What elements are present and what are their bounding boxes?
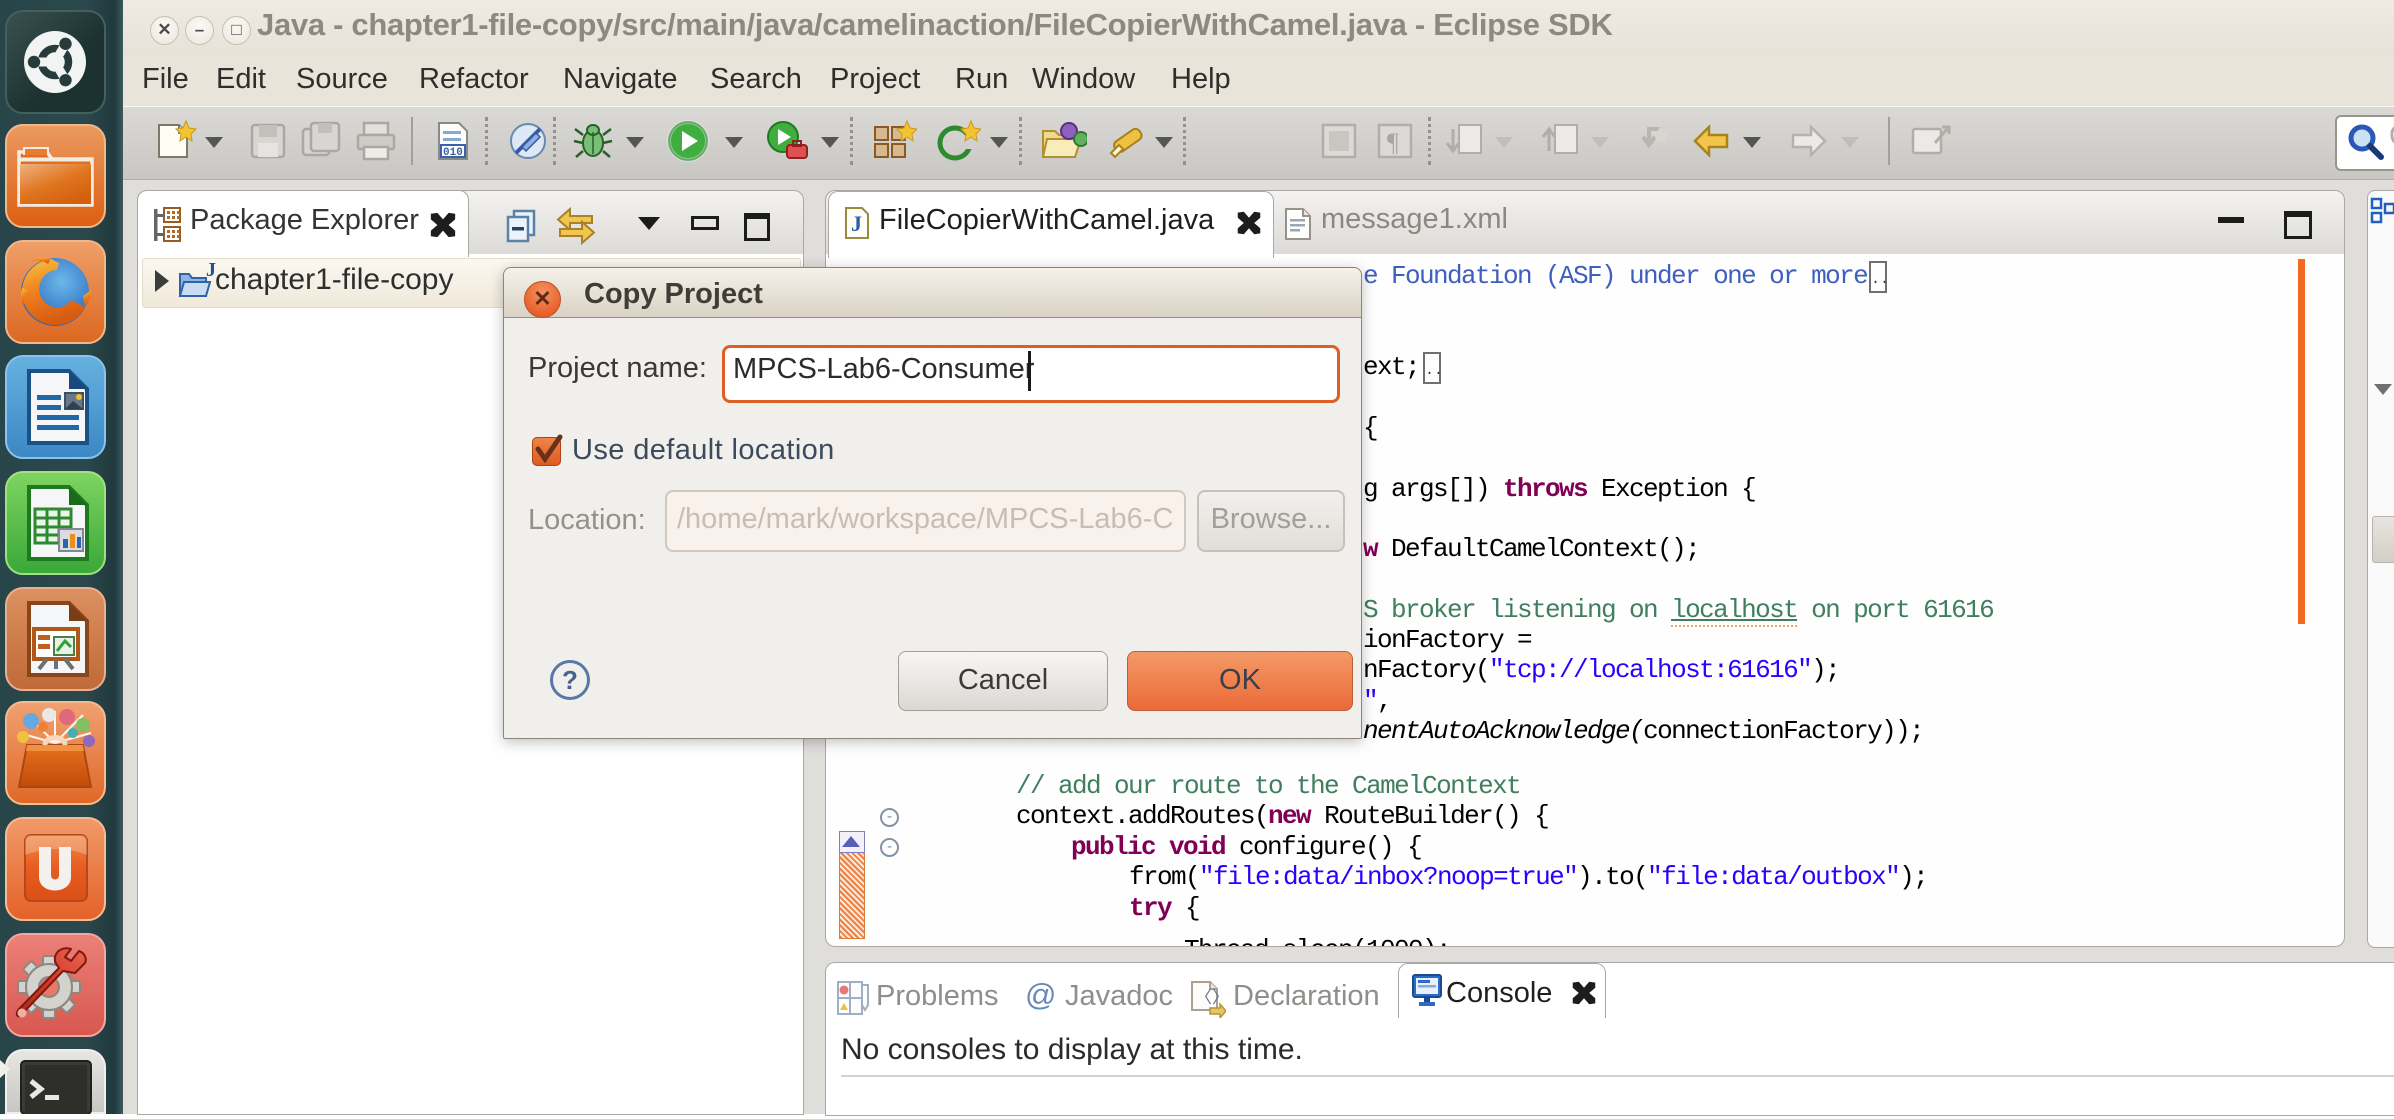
svg-text:010: 010 <box>443 147 463 159</box>
svg-text:¶: ¶ <box>1387 128 1399 157</box>
svg-text:J: J <box>851 211 862 236</box>
